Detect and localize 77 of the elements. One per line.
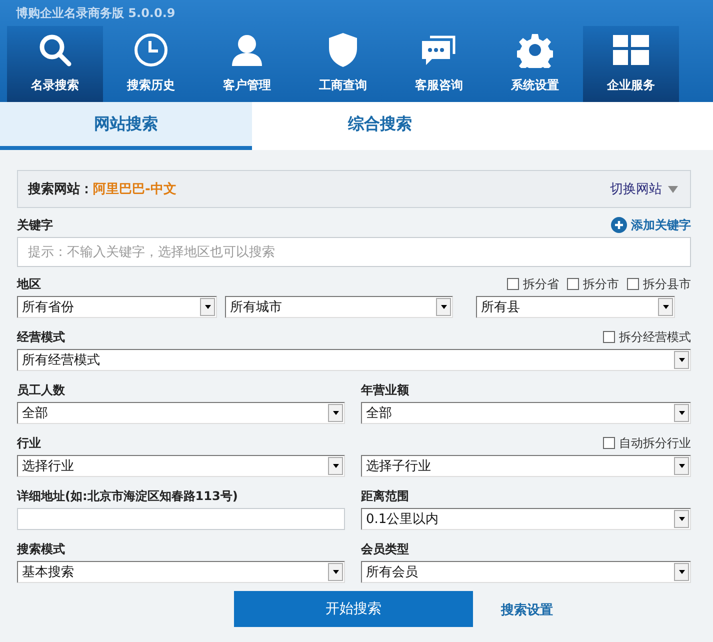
dropdown[interactable]: 基本搜索 [17,561,345,583]
site-name: 阿里巴巴-中文 [93,180,176,198]
shield-icon [327,32,359,68]
dropdown[interactable]: 全部 [17,402,345,424]
checkbox-label: 拆分经营模式 [619,328,691,346]
caret-icon [678,464,684,468]
dropdown-arrow-button[interactable] [328,457,343,475]
switch-site-link[interactable]: 切换网站 [610,180,678,198]
caret-icon [204,305,210,309]
add-keyword-link[interactable]: 添加关键字 [611,216,691,234]
address-input-field[interactable] [17,508,345,530]
dropdown[interactable]: 所有城市 [225,296,453,318]
dropdown-arrow-button[interactable] [200,298,215,316]
checkbox[interactable] [507,278,519,290]
caret-icon [332,570,338,574]
checkbox[interactable] [603,331,615,343]
checkbox-label: 拆分县市 [643,276,691,292]
caret-icon [678,517,684,521]
caret-icon [678,570,684,574]
nav-button[interactable]: 工商查询 [295,26,391,102]
dropdown[interactable]: 所有县 [476,296,675,318]
caret-icon [678,358,684,362]
search-settings-link[interactable]: 搜索设置 [501,601,553,619]
dropdown[interactable]: 0.1公里以内 [361,508,691,530]
checkbox[interactable] [627,278,639,290]
field-label: 搜索模式 [17,540,65,558]
add-icon [611,217,627,233]
checkbox-label: 自动拆分行业 [619,434,691,452]
nav-button[interactable]: 企业服务 [583,26,679,102]
gear-icon [517,32,553,68]
nav-button[interactable]: 搜索历史 [103,26,199,102]
dropdown[interactable]: 所有省份 [17,296,217,318]
field-label: 详细地址(如:北京市海淀区知春路113号) [17,488,238,504]
field-label: 关键字 [17,216,53,234]
field-label: 经营模式 [17,328,65,346]
caret-icon [662,305,668,309]
window-title: 博购企业名录商务版 5.0.0.9 [15,5,176,22]
dropdown-arrow-button[interactable] [328,404,343,422]
nav-button[interactable]: 名录搜索 [7,26,103,102]
dropdown-arrow-button[interactable] [674,510,689,528]
clock-icon [133,32,169,68]
dropdown[interactable]: 选择行业 [17,455,345,477]
dropdown[interactable]: 选择子行业 [361,455,691,477]
caret-icon [678,411,684,415]
checkbox[interactable] [567,278,579,290]
dropdown-arrow-button[interactable] [674,351,689,369]
field-label: 地区 [17,276,41,292]
dropdown-arrow-button[interactable] [328,563,343,581]
dropdown-arrow-button[interactable] [436,298,451,316]
field-label: 员工人数 [17,382,65,398]
checkbox-label: 拆分省 [523,276,559,292]
checkbox[interactable] [603,437,615,449]
dropdown-arrow-button[interactable] [674,404,689,422]
caret-icon [332,464,338,468]
person-icon [229,32,265,68]
dropdown-triangle-icon [668,186,678,192]
checkbox-label: 拆分市 [583,276,619,292]
nav-button[interactable]: 系统设置 [487,26,583,102]
dropdown[interactable]: 所有经营模式 [17,349,691,371]
dropdown-arrow-button[interactable] [674,563,689,581]
search-icon [37,32,73,68]
site-label: 搜索网站： [28,180,93,198]
caret-icon [332,411,338,415]
tab[interactable]: 网站搜索 [0,102,252,150]
dropdown-arrow-button[interactable] [658,298,673,316]
field-label: 行业 [17,434,41,452]
field-label: 年营业额 [361,382,409,398]
caret-icon [440,305,446,309]
start-search-button[interactable]: 开始搜索 [234,591,473,627]
nav-button[interactable]: 客服咨询 [391,26,487,102]
dropdown[interactable]: 全部 [361,402,691,424]
field-label: 会员类型 [361,540,409,558]
grid-icon [613,35,649,65]
dropdown-arrow-button[interactable] [674,457,689,475]
nav-button[interactable]: 客户管理 [199,26,295,102]
dropdown[interactable]: 所有会员 [361,561,691,583]
field-label: 距离范围 [361,488,409,504]
